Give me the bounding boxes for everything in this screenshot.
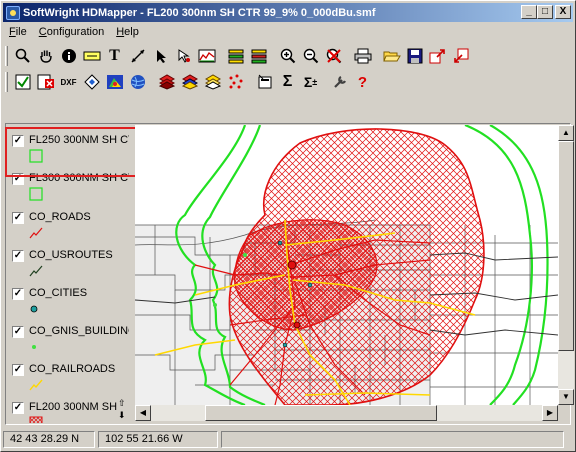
coverage-map [135,125,558,405]
layer-checkbox[interactable]: ✓ [12,364,24,376]
scroll-up-icon[interactable]: ▲ [558,125,574,141]
app-window: SoftWright HDMapper - FL200 300nm SH CTR… [0,0,576,452]
layer-co-cities[interactable]: ✓ CO_CITIES [6,280,129,318]
sum-plus-icon[interactable]: Σ ± [299,71,322,93]
close-button[interactable]: X [555,5,571,19]
green-box-symbol-icon [29,187,43,201]
toolbar-grip-2[interactable] [5,72,8,92]
window-controls: _ □ X [521,5,571,19]
open-folder-icon[interactable] [380,45,403,67]
layer-label: CO_GNIS_BUILDING [29,325,129,337]
dark-line-symbol-icon [29,265,43,277]
map-horizontal-scrollbar[interactable]: ◀ ▶ [135,405,558,421]
window-title: SoftWright HDMapper - FL200 300nm SH CTR… [23,6,376,19]
status-longitude: 102 55 21.66 W [98,430,218,448]
print-icon[interactable] [351,45,374,67]
secondary-toolbar: DXF Σ Σ ± ? [3,69,374,95]
color-map-icon[interactable] [103,71,126,93]
vertical-scroll-thumb[interactable] [558,141,574,351]
yellow-line-symbol-icon [29,379,43,391]
delete-layer-icon[interactable] [34,71,57,93]
map-vertical-scrollbar[interactable]: ▲ ▼ [558,125,574,405]
import-icon[interactable] [449,45,472,67]
layer-label: CO_USROUTES [29,249,113,261]
layer-fl200[interactable]: ✓ FL200 300NM SH ⇧ ⬇ [6,394,129,423]
help-question-icon[interactable]: ? [351,71,374,93]
status-empty-pane [221,430,564,448]
layer-label: CO_ROADS [29,211,91,223]
menu-help[interactable]: Help [110,26,145,38]
main-toolbar: T [3,43,472,69]
layer-co-gnis-building[interactable]: ✓ CO_GNIS_BUILDING [6,318,129,356]
menu-configuration[interactable]: Configuration [33,26,110,38]
scroll-right-icon[interactable]: ▶ [542,405,558,421]
layer-co-railroads[interactable]: ✓ CO_RAILROADS [6,356,129,394]
layer-checkbox[interactable]: ✓ [12,250,24,262]
red-line-symbol-icon [29,227,43,239]
line-measure-icon[interactable] [126,45,149,67]
profile-icon[interactable] [195,45,218,67]
menu-bar: File Configuration Help [3,23,145,41]
pointer-edit-icon[interactable] [172,45,195,67]
stack-red-icon[interactable] [155,71,178,93]
app-logo-icon [6,5,20,20]
layers-edit-icon[interactable] [247,45,270,67]
frame-icon[interactable] [253,71,276,93]
scroll-left-icon[interactable]: ◀ [135,405,151,421]
scroll-down-icon[interactable]: ▼ [558,389,574,405]
select-arrow-icon[interactable] [149,45,172,67]
sum-icon[interactable]: Σ [276,71,299,93]
shapes-icon[interactable] [80,71,103,93]
label-icon[interactable] [80,45,103,67]
stack-yellow-icon[interactable] [201,71,224,93]
red-hatch-symbol-icon [29,416,43,423]
legend-scroll-up-icon[interactable]: ⇧ [118,398,126,409]
toolbar-grip[interactable] [5,46,8,66]
layer-label: FL200 300NM SH [29,401,118,413]
minimize-button[interactable]: _ [521,5,537,19]
wrench-icon[interactable] [328,71,351,93]
text-icon[interactable]: T [103,45,126,67]
horizontal-scroll-thumb[interactable] [205,405,437,421]
maximize-button[interactable]: □ [537,5,553,19]
green-dot-symbol-icon [32,345,36,349]
menu-file[interactable]: File [3,26,33,38]
globe-icon[interactable] [126,71,149,93]
zoom-tool-icon[interactable] [11,45,34,67]
legend-scroll-down-icon[interactable]: ⬇ [118,410,126,421]
layer-co-usroutes[interactable]: ✓ CO_USROUTES [6,242,129,280]
layer-checkbox[interactable]: ✓ [12,212,24,224]
status-bar: 42 43 28.29 N 102 55 21.66 W [3,429,573,449]
title-bar[interactable]: SoftWright HDMapper - FL200 300nm SH CTR… [3,3,573,22]
zoom-out-icon[interactable] [299,45,322,67]
zoom-cancel-icon[interactable] [322,45,345,67]
layer-checkbox[interactable]: ✓ [12,326,24,338]
layer-label: CO_RAILROADS [29,363,116,375]
layer-checkbox[interactable]: ✓ [12,288,24,300]
export-icon[interactable] [426,45,449,67]
pan-hand-icon[interactable] [34,45,57,67]
layer-label: CO_CITIES [29,287,88,299]
teal-dot-symbol-icon [30,305,38,313]
layer-checkbox[interactable]: ✓ [12,402,24,414]
info-icon[interactable] [57,45,80,67]
save-icon[interactable] [403,45,426,67]
layers-icon[interactable] [224,45,247,67]
dxf-icon[interactable]: DXF [57,71,80,93]
zoom-in-icon[interactable] [276,45,299,67]
sparkle-points-icon[interactable] [224,71,247,93]
map-canvas[interactable] [135,125,558,405]
layer-co-roads[interactable]: ✓ CO_ROADS [6,204,129,242]
stack-blue-icon[interactable] [178,71,201,93]
check-layer-icon[interactable] [11,71,34,93]
annotation-highlight-box [5,127,137,177]
status-latitude: 42 43 28.29 N [3,430,95,448]
